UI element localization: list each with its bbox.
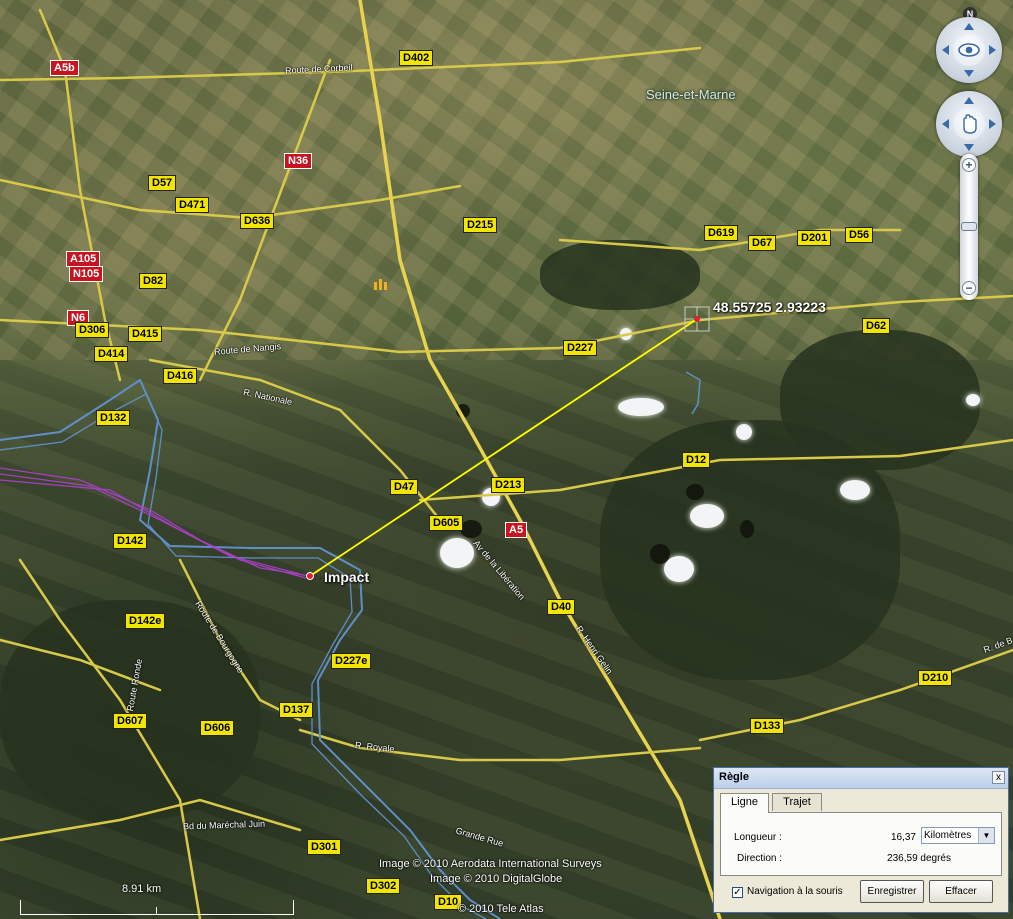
clear-button[interactable]: Effacer xyxy=(929,880,993,903)
road-shield: D82 xyxy=(139,273,168,289)
attribution-aerodata: Image © 2010 Aerodata International Surv… xyxy=(379,858,602,870)
road-shield: D606 xyxy=(200,720,235,736)
road-shield: D62 xyxy=(862,318,891,334)
road-shield: D56 xyxy=(845,227,874,243)
road-shield: A5 xyxy=(505,522,528,538)
zoom-slider[interactable]: + − xyxy=(960,154,978,300)
road-shield: D215 xyxy=(463,217,498,233)
look-right-arrow-icon xyxy=(989,45,996,55)
road-shield: D210 xyxy=(918,670,953,686)
road-shield: D471 xyxy=(175,197,210,213)
move-down-arrow-icon xyxy=(964,144,974,151)
road-route-ronde xyxy=(18,558,202,919)
road-r-nationale xyxy=(148,358,442,522)
impact-point xyxy=(306,572,314,580)
look-left-arrow-icon xyxy=(942,45,949,55)
scale-bar xyxy=(20,900,294,915)
dialog-titlebar[interactable]: Règle x xyxy=(714,768,1008,789)
region-label: Seine-et-Marne xyxy=(646,87,736,102)
road-shield: N105 xyxy=(69,266,104,282)
zoom-out-button[interactable]: − xyxy=(962,281,976,295)
road-shield: D402 xyxy=(399,50,434,66)
look-down-arrow-icon xyxy=(964,70,974,77)
attribution-digitalglobe: Image © 2010 DigitalGlobe xyxy=(430,873,563,885)
move-right-arrow-icon xyxy=(989,119,996,129)
ruler-dialog: Règle x Ligne Trajet Longueur : 16,37 Ki… xyxy=(713,767,1009,913)
road-shield: D67 xyxy=(748,235,777,251)
attribution-tele-atlas: © 2010 Tele Atlas xyxy=(458,903,544,915)
impact-label[interactable]: Impact xyxy=(324,569,369,585)
zoom-slider-thumb[interactable] xyxy=(961,222,977,231)
direction-value: 236,59 degrés xyxy=(887,853,951,864)
road-shield: D133 xyxy=(750,718,785,734)
road-shield: D12 xyxy=(682,452,711,468)
save-button[interactable]: Enregistrer xyxy=(860,880,924,903)
road-shield: D636 xyxy=(240,213,275,229)
scale-label: 8.91 km xyxy=(122,883,162,895)
look-up-arrow-icon xyxy=(964,23,974,30)
road-shield: D213 xyxy=(491,477,526,493)
road-a5 xyxy=(358,0,722,919)
road-shield: D47 xyxy=(390,479,419,495)
chevron-down-icon[interactable]: ▼ xyxy=(978,828,994,843)
look-joystick[interactable] xyxy=(936,17,1002,83)
road-shield: D201 xyxy=(797,230,832,246)
road-shield: D57 xyxy=(148,175,177,191)
road-shield: N36 xyxy=(284,153,313,169)
unit-select-value: Kilomètres xyxy=(924,830,972,841)
target-coordinates-label[interactable]: 48.55725 2.93223 xyxy=(713,299,826,315)
road-shield: D227e xyxy=(331,653,372,669)
target-crosshair xyxy=(684,306,710,332)
road-shield: D301 xyxy=(307,839,342,855)
move-joystick[interactable] xyxy=(936,91,1002,157)
road-shield: D414 xyxy=(94,346,129,362)
mouse-navigation-label[interactable]: Navigation à la souris xyxy=(747,886,843,897)
zoom-in-button[interactable]: + xyxy=(962,158,976,172)
road-shield: D415 xyxy=(128,326,163,342)
road-shield: A5b xyxy=(50,60,79,76)
road-shield: A105 xyxy=(66,251,101,267)
road-shield: D142 xyxy=(113,533,148,549)
unit-select[interactable]: Kilomètres ▼ xyxy=(921,827,995,844)
road-shield: D607 xyxy=(113,713,148,729)
road-shield: D605 xyxy=(429,515,464,531)
length-label: Longueur : xyxy=(734,832,782,843)
move-left-arrow-icon xyxy=(942,119,949,129)
ruler-line xyxy=(309,318,698,577)
length-value: 16,37 xyxy=(890,832,916,843)
road-shield: D416 xyxy=(163,368,198,384)
road-d133 xyxy=(698,648,1013,742)
tab-ligne[interactable]: Ligne xyxy=(720,793,769,813)
close-button[interactable]: x xyxy=(992,771,1005,784)
tab-trajet[interactable]: Trajet xyxy=(772,793,822,811)
landmark-icon xyxy=(374,279,387,290)
road-shield: D132 xyxy=(96,410,131,426)
road-shield: D302 xyxy=(366,878,401,894)
road-shield: D142e xyxy=(125,613,166,629)
road-route-de-bourgogne xyxy=(178,558,302,722)
road-shield: D40 xyxy=(547,599,576,615)
direction-label: Direction : xyxy=(737,853,783,864)
ruler-panel: Longueur : 16,37 Kilomètres ▼ Direction … xyxy=(720,812,1002,876)
road-shield: D306 xyxy=(75,322,110,338)
road-shield: D227 xyxy=(563,340,598,356)
move-up-arrow-icon xyxy=(964,97,974,104)
dialog-title: Règle xyxy=(719,771,749,783)
road-shield: D619 xyxy=(704,225,739,241)
mouse-navigation-checkbox[interactable]: ✓ xyxy=(732,887,743,898)
road-shield: D137 xyxy=(279,702,314,718)
